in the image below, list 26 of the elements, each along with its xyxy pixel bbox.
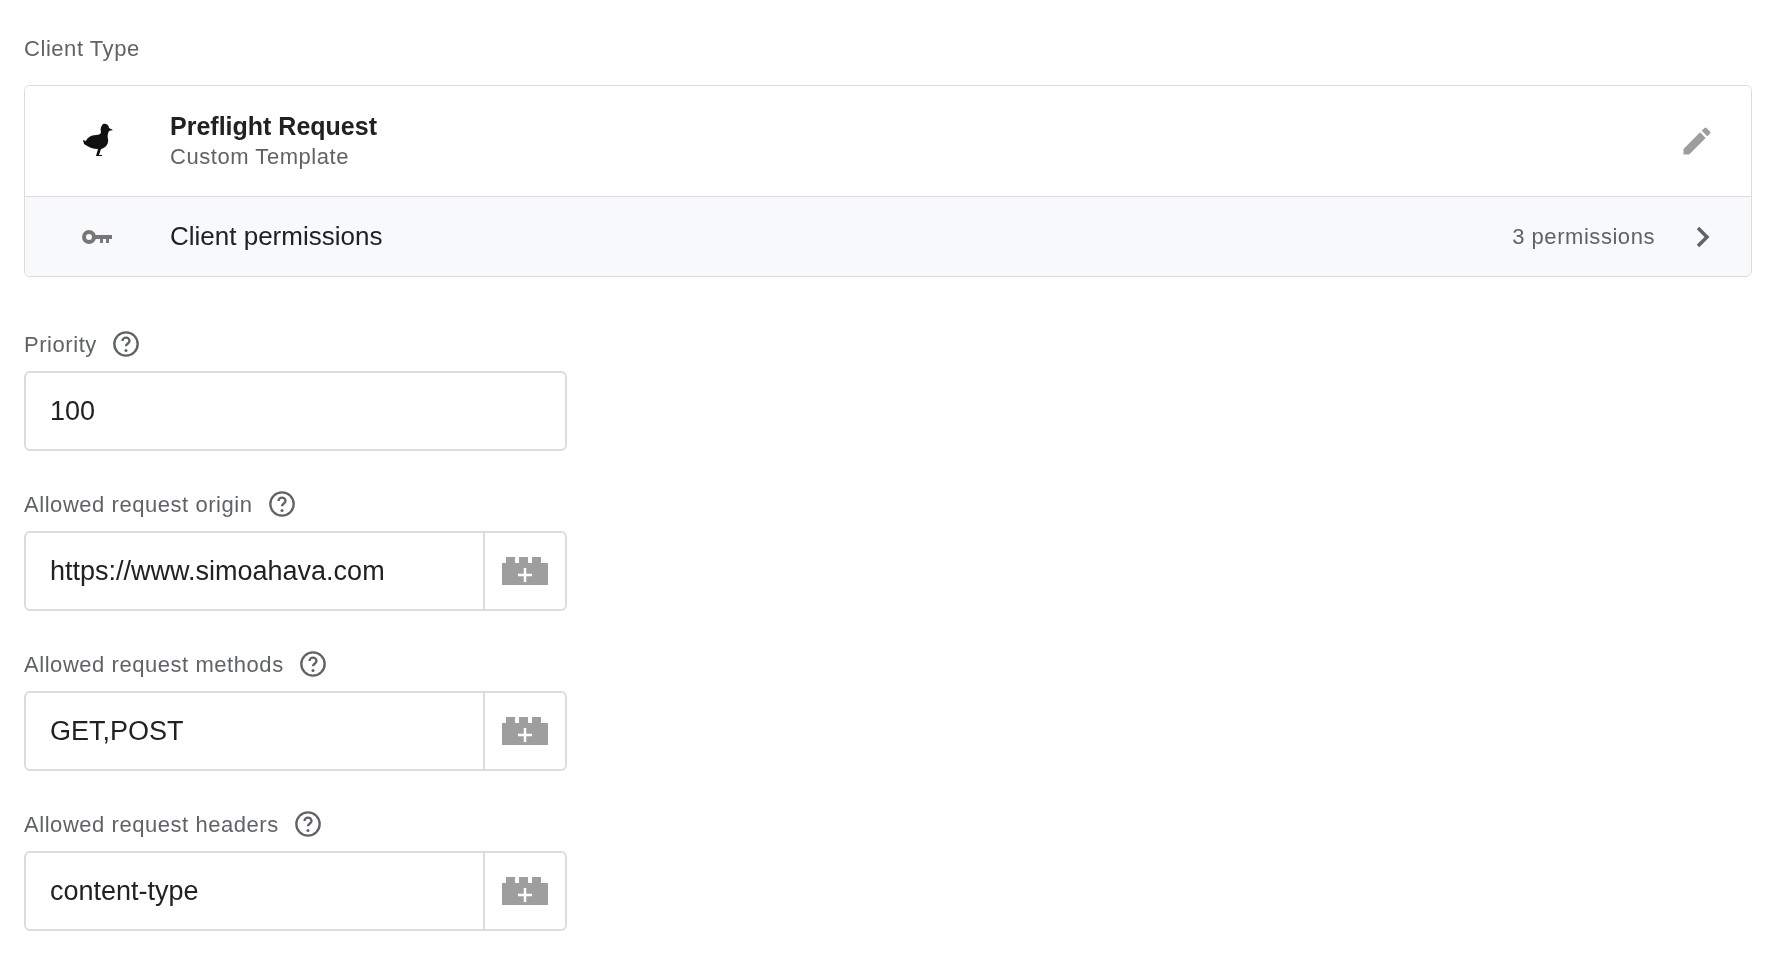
permissions-row[interactable]: Client permissions 3 permissions (25, 196, 1751, 276)
field-label: Allowed request origin (24, 490, 253, 519)
text-field[interactable]: GET,POST (24, 691, 485, 771)
brick-plus-icon (502, 557, 548, 585)
chevron-right-icon (1695, 224, 1711, 249)
text-field[interactable]: content-type (24, 851, 485, 931)
permissions-label: Client permissions (170, 220, 384, 253)
section-label: Client Type (24, 35, 141, 63)
help-icon[interactable] (298, 650, 327, 678)
variable-button[interactable] (485, 531, 567, 611)
permissions-count: 3 permissions (1512, 223, 1655, 251)
help-icon[interactable] (111, 330, 140, 358)
field-label: Allowed request methods (24, 650, 284, 679)
text-field[interactable]: 100 (24, 371, 567, 451)
help-icon[interactable] (267, 490, 296, 518)
key-icon (81, 228, 114, 245)
variable-button[interactable] (485, 691, 567, 771)
client-subtitle: Custom Template (170, 143, 351, 171)
help-icon[interactable] (293, 810, 322, 838)
field-label: Allowed request headers (24, 810, 279, 839)
brick-plus-icon (502, 877, 548, 905)
brick-plus-icon (502, 717, 548, 745)
text-field[interactable]: https://www.simoahava.com (24, 531, 485, 611)
client-name: Preflight Request (170, 111, 378, 142)
variable-button[interactable] (485, 851, 567, 931)
field-label: Priority (24, 330, 97, 359)
